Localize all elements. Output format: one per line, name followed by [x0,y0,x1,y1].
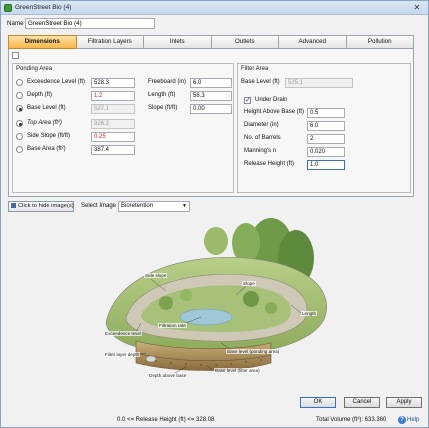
name-input[interactable] [25,18,155,29]
depth-field[interactable]: 1.2 [91,91,135,101]
length-row: Length (ft) 56.3 [148,91,232,101]
depth-label: Depth (ft) [27,92,53,98]
app-icon [4,4,12,12]
ponding-area-title: Ponding Area [16,66,53,72]
base-area-label: Base Area (ft²) [27,146,66,152]
slope-field[interactable]: 0.00 [190,104,232,114]
slope-row: Slope (ft/ft) 0.00 [148,104,232,114]
exceedence-level-annotation: Exceedence level [104,331,143,336]
freeboard-field[interactable]: 6.0 [190,78,232,88]
top-area-row: Top Area (ft²) 926.2 [16,119,136,129]
name-label: Name [7,20,24,27]
slope-annotation: Slope [242,281,256,286]
total-volume: Total Volume (ft³): 633.360 [316,417,387,423]
release-height-row: Release Height (ft) 1.0 [244,160,404,170]
side-slope-label: Side Slope (ft/ft) [27,133,71,139]
window-title: GreenStreet Bio (4) [15,4,72,11]
under-drain-row: Under Drain [244,96,344,106]
length-label: Length (ft) [148,92,176,98]
base-level-filter-annotation: Base level (filter area) [214,368,261,373]
tab-pollution[interactable]: Pollution [346,35,414,49]
tab-filtration-layers[interactable]: Filtration Layers [76,35,144,49]
mannings-label: Manning's n [244,148,277,154]
barrels-label: No. of Barrels [244,135,281,141]
exceedence-level-label: Exceedence Level (ft) [27,79,86,85]
panel-toggle-icon[interactable] [12,52,19,59]
diameter-row: Diameter (in) 6.0 [244,121,404,131]
depth-row: Depth (ft) 1.2 [16,91,136,101]
select-image-label: Select Image [81,203,117,209]
side-slope-annotation: Side slope [144,273,168,278]
base-level-radio[interactable] [16,105,23,112]
hide-images-label: Click to hide image(s) [18,203,74,209]
help-icon[interactable]: ? [398,416,406,424]
freeboard-label: Freeboard (in) [148,79,187,85]
release-height-constraint: 0.0 <= Release Height (ft) <= 328.08 [117,417,215,423]
diameter-field[interactable]: 6.0 [307,121,345,131]
release-height-field[interactable]: 1.0 [307,160,345,170]
chevron-down-icon: ▼ [182,203,187,209]
bioretention-image [96,213,336,383]
under-drain-checkbox[interactable] [244,96,251,104]
filtration-rate-annotation: Filtration rate [158,323,187,328]
tab-strip: Dimensions Filtration Layers Inlets Outl… [8,35,414,49]
side-slope-row: Side Slope (ft/ft) 0.25 [16,132,136,142]
dialog-window: GreenStreet Bio (4) ✕ Name Dimensions Fi… [0,0,429,428]
mannings-row: Manning's n 0.020 [244,147,404,157]
filter-base-level-label: Base Level (ft) [241,79,280,85]
mannings-field[interactable]: 0.020 [307,147,345,157]
filter-area-group: Filter Area Base Level (ft) 525.1 Under … [237,63,411,193]
ponding-area-group: Ponding Area Exceedence Level (ft) 528.3… [12,63,234,193]
tab-advanced[interactable]: Advanced [279,35,347,49]
base-area-field[interactable]: 387.4 [91,145,135,155]
base-level-label: Base Level (ft) [27,105,66,111]
apply-button[interactable]: Apply [386,397,422,408]
depth-radio[interactable] [16,92,23,99]
base-area-row: Base Area (ft²) 387.4 [16,145,136,155]
filter-layer-depth-annotation: Filter layer depth [104,352,141,357]
image-select[interactable]: Bioretention ▼ [118,201,190,212]
diameter-label: Diameter (in) [244,122,279,128]
exceedence-level-row: Exceedence Level (ft) 528.3 [16,78,136,88]
dimensions-panel: Ponding Area Exceedence Level (ft) 528.3… [8,49,414,197]
filter-base-level-field: 525.1 [285,78,353,88]
release-height-label: Release Height (ft) [244,161,295,167]
base-level-ponding-annotation: Base level (ponding area) [226,349,281,354]
tab-outlets[interactable]: Outlets [211,35,279,49]
top-area-radio[interactable] [16,120,23,127]
image-icon [11,202,16,208]
hide-images-button[interactable]: Click to hide image(s) [8,201,74,212]
ok-button[interactable]: OK [300,397,336,408]
image-select-value: Bioretention [121,203,154,209]
base-area-radio[interactable] [16,146,23,153]
side-slope-field[interactable]: 0.25 [91,132,135,142]
under-drain-label: Under Drain [255,97,288,103]
slope-label: Slope (ft/ft) [148,105,178,111]
depth-above-base-annotation: Depth above base [148,373,188,378]
side-slope-radio[interactable] [16,133,23,140]
bioretention-illustration: Side slope Slope Length Filtration rate … [96,213,336,383]
barrels-field[interactable]: 2 [307,134,345,144]
length-annotation: Length [301,311,318,316]
height-above-base-row: Height Above Base (ft) 0.5 [244,108,404,118]
barrels-row: No. of Barrels 2 [244,134,404,144]
help-link[interactable]: Help [407,417,419,423]
height-above-base-field[interactable]: 0.5 [307,108,345,118]
close-button[interactable]: ✕ [410,3,424,13]
tab-inlets[interactable]: Inlets [144,35,212,49]
filter-area-title: Filter Area [241,66,269,72]
length-field[interactable]: 56.3 [190,91,232,101]
cancel-button[interactable]: Cancel [344,397,380,408]
base-level-field: 527.1 [91,104,135,114]
base-level-row: Base Level (ft) 527.1 [16,104,136,114]
filter-base-level-row: Base Level (ft) 525.1 [241,78,409,88]
title-bar: GreenStreet Bio (4) ✕ [1,1,428,15]
height-above-base-label: Height Above Base (ft) [244,109,305,115]
exceedence-level-radio[interactable] [16,79,23,86]
exceedence-level-field[interactable]: 528.3 [91,78,135,88]
top-area-label: Top Area (ft²) [27,120,62,126]
top-area-field: 926.2 [91,119,135,129]
freeboard-row: Freeboard (in) 6.0 [148,78,232,88]
tab-dimensions[interactable]: Dimensions [8,35,77,49]
